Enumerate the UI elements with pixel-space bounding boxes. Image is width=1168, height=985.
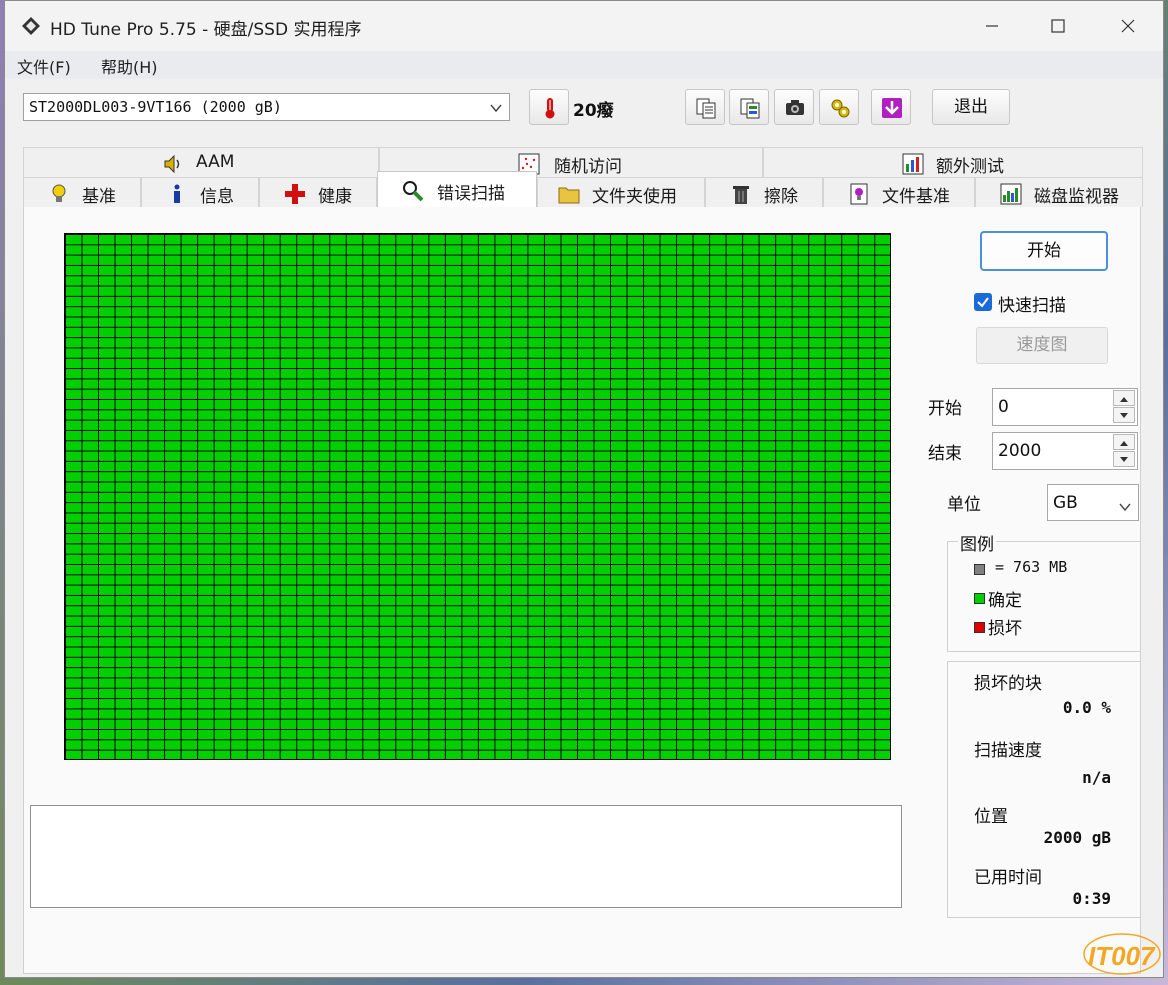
tab-extra-tests-label: 额外测试 [936, 157, 1004, 177]
scan-block-grid [64, 233, 891, 760]
tab-extra-tests[interactable]: 额外测试 [763, 147, 1143, 177]
health-cross-icon [284, 183, 306, 205]
tab-info-label: 信息 [200, 187, 234, 207]
quick-scan-checkbox[interactable] [974, 293, 992, 311]
tab-aam-label: AAM [196, 152, 235, 172]
maximize-button[interactable] [1023, 1, 1093, 51]
watermark-logo: IT007 [1082, 932, 1162, 976]
screenshot-button[interactable] [774, 89, 814, 125]
trash-icon [730, 183, 752, 205]
end-field-label: 结束 [928, 444, 962, 464]
close-button[interactable] [1093, 1, 1163, 51]
tab-info[interactable]: 信息 [141, 177, 259, 207]
exit-button[interactable]: 退出 [932, 89, 1010, 125]
watermark-text: IT007 [1088, 941, 1156, 971]
spin-up-icon[interactable] [1113, 434, 1135, 450]
drive-select-value: ST2000DL003-9VT166 (2000 gB) [29, 98, 282, 116]
tab-health-label: 健康 [318, 187, 352, 207]
end-position-spinner[interactable]: 2000 [992, 432, 1138, 470]
tab-error-scan-label: 错误扫描 [437, 184, 505, 204]
elapsed-time-value: 0:39 [1072, 889, 1111, 908]
tab-erase-label: 擦除 [764, 187, 798, 207]
copy-text-icon [696, 98, 716, 119]
legend-unscanned-swatch [974, 564, 985, 575]
options-button[interactable] [819, 89, 859, 125]
temperature-button[interactable] [529, 89, 569, 125]
save-button[interactable] [871, 89, 911, 125]
spin-up-icon[interactable] [1113, 390, 1135, 406]
legend-bad-label: 损坏 [988, 619, 1022, 639]
tab-file-benchmark[interactable]: 文件基准 [823, 177, 975, 207]
damaged-blocks-value: 0.0 % [1062, 698, 1111, 717]
file-benchmark-icon [848, 183, 870, 205]
tab-random-access-label: 随机访问 [554, 157, 622, 177]
scan-speed-label: 扫描速度 [974, 741, 1042, 761]
tab-row-bottom: 基准 信息 健康 错误扫描 文件夹使用 擦除 文件基准 磁盘监视器 [23, 171, 1143, 207]
checkmark-icon [977, 297, 989, 308]
tab-error-scan[interactable]: 错误扫描 [377, 171, 537, 207]
copy-info-button[interactable] [729, 89, 769, 125]
unit-select[interactable]: GB [1047, 484, 1139, 521]
menu-help[interactable]: 帮助(H) [101, 54, 158, 78]
legend-ok-swatch [974, 593, 985, 604]
start-position-value: 0 [998, 397, 1009, 417]
position-value: 2000 gB [1043, 828, 1111, 847]
tab-health[interactable]: 健康 [259, 177, 377, 207]
toolbar: ST2000DL003-9VT166 (2000 gB) 20癈 退出 [5, 79, 1163, 141]
tab-benchmark-label: 基准 [82, 187, 116, 207]
scan-speed-value: n/a [1082, 768, 1111, 787]
extra-tests-icon [902, 153, 924, 175]
legend-title: 图例 [958, 530, 996, 555]
thermometer-icon [545, 98, 555, 119]
legend-bad-swatch [974, 622, 985, 633]
title-bar: HD Tune Pro 5.75 - 硬盘/SSD 实用程序 [5, 1, 1163, 51]
speed-map-button[interactable]: 速度图 [976, 327, 1108, 364]
tab-disk-monitor[interactable]: 磁盘监视器 [975, 177, 1143, 207]
save-icon [882, 98, 902, 118]
spin-down-icon[interactable] [1113, 451, 1135, 467]
start-field-label: 开始 [928, 399, 962, 419]
legend-ok-label: 确定 [988, 591, 1022, 611]
spin-down-icon[interactable] [1113, 407, 1135, 423]
drive-select[interactable]: ST2000DL003-9VT166 (2000 gB) [23, 93, 510, 121]
options-icon [831, 99, 850, 118]
tab-erase[interactable]: 擦除 [705, 177, 823, 207]
tab-benchmark[interactable]: 基准 [23, 177, 141, 207]
magnifier-icon [402, 180, 424, 202]
hdtune-logo-icon [21, 16, 41, 36]
menu-bar: 文件(F) 帮助(H) [5, 51, 1163, 79]
elapsed-time-label: 已用时间 [974, 868, 1042, 888]
tab-row-top: AAM 随机访问 额外测试 [23, 147, 1143, 177]
legend-block-size: = 763 MB [995, 558, 1068, 576]
lightbulb-icon [48, 183, 70, 205]
info-icon [166, 183, 188, 205]
tab-folder-usage[interactable]: 文件夹使用 [537, 177, 705, 207]
damaged-blocks-label: 损坏的块 [974, 674, 1042, 694]
screenshot-icon [786, 100, 804, 115]
position-label: 位置 [974, 807, 1008, 827]
tab-folder-usage-label: 文件夹使用 [592, 187, 677, 207]
chevron-down-icon [1118, 498, 1132, 517]
folder-icon [558, 183, 580, 205]
start-position-spinner[interactable]: 0 [992, 388, 1138, 426]
copy-text-button[interactable] [685, 89, 725, 125]
temperature-readout: 20癈 [573, 101, 614, 121]
start-scan-button[interactable]: 开始 [980, 231, 1108, 271]
chevron-down-icon [489, 100, 503, 119]
window-title: HD Tune Pro 5.75 - 硬盘/SSD 实用程序 [50, 20, 362, 40]
minimize-button[interactable] [957, 1, 1027, 51]
menu-file[interactable]: 文件(F) [17, 54, 71, 78]
tab-disk-monitor-label: 磁盘监视器 [1034, 187, 1119, 207]
speaker-icon [162, 153, 184, 175]
scan-log-box [30, 805, 902, 908]
tab-aam[interactable]: AAM [23, 147, 379, 177]
copy-info-icon [740, 98, 760, 119]
unit-label: 单位 [947, 495, 981, 515]
unit-select-value: GB [1053, 493, 1078, 513]
tab-file-benchmark-label: 文件基准 [882, 187, 950, 207]
app-window: HD Tune Pro 5.75 - 硬盘/SSD 实用程序 文件(F) 帮助(… [4, 0, 1164, 978]
quick-scan-label: 快速扫描 [998, 296, 1066, 316]
disk-monitor-icon [1000, 183, 1022, 205]
end-position-value: 2000 [998, 441, 1042, 461]
